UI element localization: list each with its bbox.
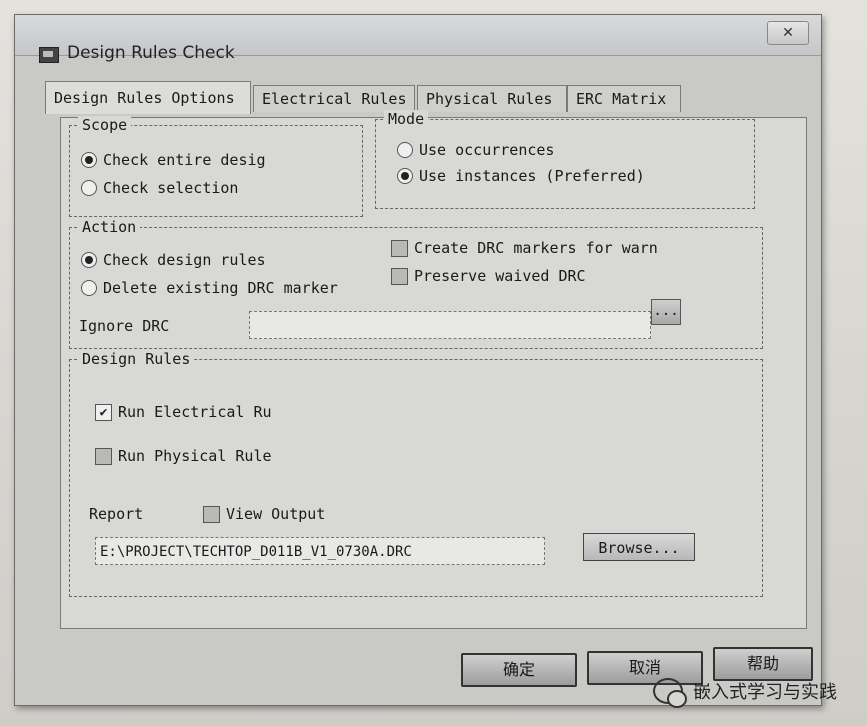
checkbox-unchecked-icon — [203, 505, 220, 523]
report-path-input[interactable]: E:\PROJECT\TECHTOP_D011B_V1_0730A.DRC — [95, 537, 545, 565]
action-option-label: Check design rules — [103, 251, 266, 269]
ignore-drc-browse-button[interactable]: ... — [651, 299, 681, 325]
mode-instances-option[interactable]: Use instances (Preferred) — [397, 167, 645, 185]
dialog-window: Design Rules Check ✕ Design Rules Option… — [14, 14, 822, 706]
tab-design-rules-options[interactable]: Design Rules Options — [45, 81, 251, 114]
wechat-icon — [653, 678, 687, 708]
app-icon — [39, 47, 59, 63]
design-rules-label: Design Rules — [78, 350, 195, 368]
scope-group: Scope — [69, 116, 363, 217]
radio-selected-icon — [81, 252, 97, 268]
tab-erc-matrix[interactable]: ERC Matrix — [567, 85, 681, 112]
radio-unselected-icon — [81, 280, 97, 296]
checkbox-unchecked-icon — [391, 239, 408, 257]
help-button[interactable]: 帮助 — [713, 647, 813, 681]
watermark-text: 嵌入式学习与实践 — [693, 682, 837, 703]
checkbox-label: Run Physical Rule — [118, 447, 272, 465]
mode-option-label: Use occurrences — [419, 141, 555, 159]
radio-selected-icon — [81, 152, 97, 168]
checkbox-unchecked-icon — [95, 447, 112, 465]
scope-entire-design-option[interactable]: Check entire desig — [81, 151, 266, 169]
checkbox-label: Preserve waived DRC — [414, 267, 586, 285]
radio-selected-icon — [397, 168, 413, 184]
ignore-drc-label: Ignore DRC — [79, 317, 170, 335]
checkbox-checked-icon: ✔ — [95, 403, 112, 421]
preserve-waived-drc-checkbox[interactable]: Preserve waived DRC — [391, 267, 586, 285]
tab-electrical-rules[interactable]: Electrical Rules — [253, 85, 415, 112]
run-physical-rules-checkbox[interactable]: Run Physical Rule — [95, 447, 272, 465]
action-delete-drc-marker-option[interactable]: Delete existing DRC marker — [81, 279, 338, 297]
action-check-design-rules-option[interactable]: Check design rules — [81, 251, 266, 269]
mode-group: Mode — [375, 110, 755, 209]
close-button[interactable]: ✕ — [767, 21, 809, 45]
view-output-checkbox[interactable]: View Output — [203, 505, 325, 523]
checkbox-label: View Output — [226, 505, 326, 523]
ok-button[interactable]: 确定 — [461, 653, 577, 687]
ignore-drc-input[interactable] — [249, 311, 651, 339]
checkbox-label: Run Electrical Ru — [118, 403, 272, 421]
action-label: Action — [78, 218, 141, 236]
checkbox-label: Create DRC markers for warn — [414, 239, 658, 257]
radio-unselected-icon — [397, 142, 413, 158]
scope-option-label: Check entire desig — [103, 151, 266, 169]
mode-option-label: Use instances (Preferred) — [419, 167, 645, 185]
tab-physical-rules[interactable]: Physical Rules — [417, 85, 567, 112]
scope-label: Scope — [78, 116, 132, 134]
scope-option-label: Check selection — [103, 179, 239, 197]
radio-unselected-icon — [81, 180, 97, 196]
run-electrical-rules-checkbox[interactable]: ✔ Run Electrical Ru — [95, 403, 272, 421]
mode-occurrences-option[interactable]: Use occurrences — [397, 141, 554, 159]
window-title: Design Rules Check — [67, 43, 235, 63]
create-drc-markers-checkbox[interactable]: Create DRC markers for warn — [391, 239, 658, 257]
action-option-label: Delete existing DRC marker — [103, 279, 338, 297]
report-label: Report — [89, 505, 144, 523]
checkbox-unchecked-icon — [391, 267, 408, 285]
scope-selection-option[interactable]: Check selection — [81, 179, 238, 197]
watermark: 嵌入式学习与实践 — [653, 678, 837, 708]
browse-button[interactable]: Browse... — [583, 533, 695, 561]
mode-label: Mode — [384, 110, 429, 128]
